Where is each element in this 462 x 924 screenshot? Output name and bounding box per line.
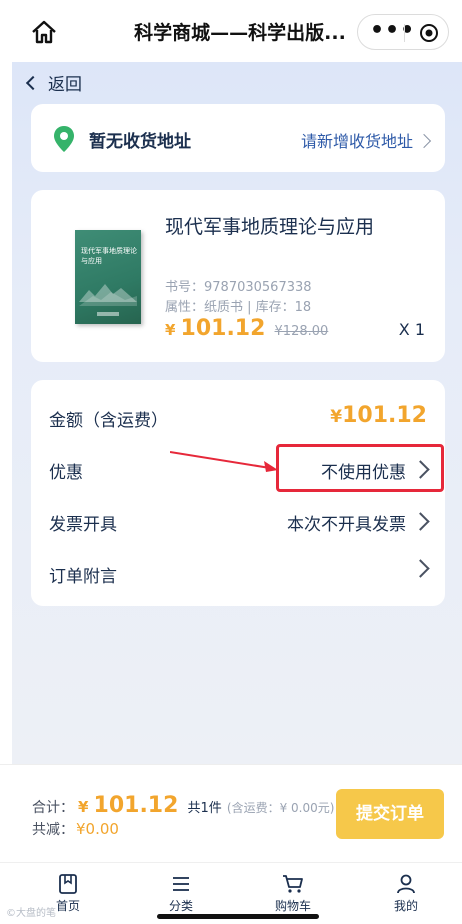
order-note-row[interactable]: 订单附言: [49, 559, 430, 588]
chevron-right-icon: [411, 559, 430, 578]
home-indicator: [157, 914, 319, 919]
home-icon[interactable]: [28, 16, 60, 48]
checkout-bar: 合计： ¥ 101.12 共1件 (含运费：¥ 0.00元) 共减： ¥0.00 提…: [0, 764, 462, 862]
address-status: 暂无收货地址: [89, 132, 191, 152]
amount-row: 金额（含运费） ¥101.12: [49, 403, 427, 432]
amount-label: 金额（含运费）: [49, 411, 168, 431]
cart-icon: [283, 875, 303, 893]
product-price: ¥ 101.12 ¥128.00: [165, 316, 328, 342]
back-label: 返回: [48, 75, 82, 95]
price-currency: ¥: [165, 321, 176, 339]
chevron-left-icon: [25, 75, 41, 91]
shipping-note: (含运费：¥ 0.00元): [226, 801, 335, 815]
original-price: ¥128.00: [274, 324, 329, 339]
discount-value: ¥0.00: [76, 820, 119, 838]
back-button[interactable]: 返回: [25, 70, 82, 95]
mini-program-capsule: •••: [357, 14, 449, 50]
annotation-arrow: [170, 451, 278, 472]
page-title: 科学商城——科学出版...: [134, 22, 346, 44]
coupon-label: 优惠: [49, 463, 83, 483]
chevron-right-icon: [416, 133, 432, 149]
capsule-divider: [404, 24, 405, 42]
invoice-label: 发票开具: [49, 515, 117, 535]
book-cover: 现代军事地质理论与应用: [75, 230, 141, 324]
order-summary-card: 金额（含运费） ¥101.12 优惠 不使用优惠 发票开具 本次不开具发票 订单…: [31, 380, 445, 606]
total-line: 合计： ¥ 101.12 共1件 (含运费：¥ 0.00元): [32, 793, 334, 818]
product-isbn: 书号：9787030567338: [165, 280, 312, 295]
cover-publisher-mark: [97, 312, 119, 316]
add-address-label: 请新增收货地址: [300, 132, 413, 151]
target-icon[interactable]: [419, 23, 439, 43]
add-address-link[interactable]: 请新增收货地址: [300, 128, 432, 152]
invoice-value: 本次不开具发票: [287, 515, 406, 535]
amount-currency: ¥: [330, 407, 343, 427]
submit-order-button[interactable]: 提交订单: [336, 789, 444, 839]
discount-line: 共减： ¥0.00: [32, 819, 119, 839]
chevron-right-icon: [411, 512, 430, 531]
product-attributes: 属性：纸质书 | 库存：18: [165, 300, 312, 315]
invoice-selector[interactable]: 本次不开具发票: [287, 510, 430, 535]
product-card: 现代军事地质理论与应用 现代军事地质理论与应用 书号：9787030567338…: [31, 190, 445, 362]
tab-profile[interactable]: 我的: [366, 873, 446, 923]
order-note-selector[interactable]: [406, 559, 430, 582]
item-count: 共1件: [187, 801, 222, 816]
menu-icon: [173, 877, 189, 891]
tab-label: 分类: [168, 899, 193, 913]
total-label: 合计：: [32, 800, 74, 816]
total-value: 101.12: [93, 793, 179, 818]
user-icon: [397, 874, 415, 894]
total-currency: ¥: [78, 798, 89, 816]
price-value: 101.12: [180, 316, 266, 341]
title-bar: 科学商城——科学出版... •••: [0, 0, 462, 62]
tab-label: 我的: [393, 899, 418, 913]
address-card[interactable]: 暂无收货地址 请新增收货地址: [31, 104, 445, 172]
annotation-highlight-box: [276, 444, 444, 492]
amount-value: ¥101.12: [330, 403, 427, 428]
discount-label: 共减：: [32, 822, 74, 838]
product-quantity: X 1: [398, 320, 425, 339]
product-title: 现代军事地质理论与应用: [165, 216, 375, 238]
invoice-row[interactable]: 发票开具 本次不开具发票: [49, 510, 430, 536]
more-icon[interactable]: •••: [370, 20, 414, 43]
watermark: ©大盘的笔: [6, 908, 56, 919]
book-cover-title: 现代军事地质理论与应用: [81, 247, 137, 265]
order-note-label: 订单附言: [49, 567, 117, 587]
tab-label: 购物车: [274, 899, 311, 913]
bookmark-icon: [59, 874, 77, 894]
amount-number: 101.12: [342, 403, 427, 428]
cover-illustration: [79, 284, 137, 306]
location-pin-icon: [54, 126, 74, 152]
